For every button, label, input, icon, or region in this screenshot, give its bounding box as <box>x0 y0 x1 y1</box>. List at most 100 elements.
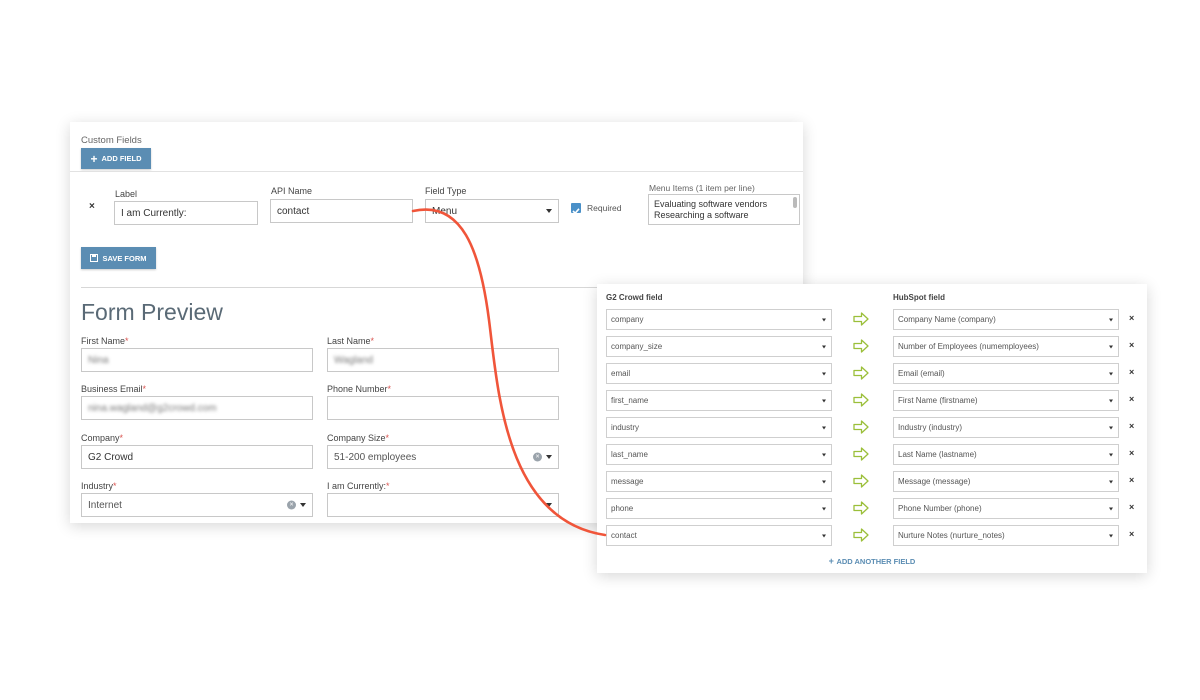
hubspot-field-select[interactable]: Company Name (company) <box>893 309 1119 330</box>
last-name-value: Wagland <box>334 354 374 366</box>
mapping-row: last_name Last Name (lastname) × <box>597 444 1147 466</box>
company-value: G2 Crowd <box>88 451 134 463</box>
required-checkbox[interactable] <box>571 203 581 215</box>
arrow-right-icon <box>853 393 869 407</box>
mapping-row: first_name First Name (firstname) × <box>597 390 1147 412</box>
save-form-label: SAVE FORM <box>102 253 147 263</box>
remove-mapping-button[interactable]: × <box>1129 340 1134 350</box>
hubspot-field-select[interactable]: First Name (firstname) <box>893 390 1119 411</box>
add-field-button[interactable]: + ADD FIELD <box>81 148 151 169</box>
chevron-down-icon <box>1109 372 1113 375</box>
api-name-value: contact <box>277 205 310 217</box>
company-size-select[interactable]: 51-200 employees × <box>327 445 559 469</box>
label-input[interactable]: I am Currently: <box>114 201 258 225</box>
last-name-label-text: Last Name <box>327 336 371 346</box>
company-input[interactable]: G2 Crowd <box>81 445 313 469</box>
field-type-select[interactable]: Menu <box>425 199 559 223</box>
g2-field-select[interactable]: message <box>606 471 832 492</box>
i-am-currently-label-text: I am Currently: <box>327 481 387 491</box>
g2-field-value: contact <box>611 531 637 540</box>
hubspot-field-select[interactable]: Phone Number (phone) <box>893 498 1119 519</box>
g2-field-select[interactable]: industry <box>606 417 832 438</box>
menu-item-line: Researching a software <box>654 210 749 220</box>
clear-icon[interactable]: × <box>287 500 296 510</box>
business-email-input[interactable]: nina.wagland@g2crowd.com <box>81 396 313 420</box>
g2-field-select[interactable]: last_name <box>606 444 832 465</box>
remove-field-button[interactable]: × <box>89 201 95 212</box>
chevron-down-icon <box>1109 318 1113 321</box>
g2-field-select[interactable]: first_name <box>606 390 832 411</box>
remove-mapping-button[interactable]: × <box>1129 421 1134 431</box>
hubspot-field-select[interactable]: Last Name (lastname) <box>893 444 1119 465</box>
chevron-down-icon <box>546 503 552 507</box>
hubspot-field-select[interactable]: Nurture Notes (nurture_notes) <box>893 525 1119 546</box>
g2-field-value: first_name <box>611 396 649 405</box>
g2-field-value: phone <box>611 504 634 513</box>
plus-icon: + <box>90 151 98 166</box>
first-name-input[interactable]: Nina <box>81 348 313 372</box>
chevron-down-icon <box>822 534 826 537</box>
chevron-down-icon <box>822 453 826 456</box>
hubspot-field-header: HubSpot field <box>893 293 945 302</box>
hubspot-field-value: Last Name (lastname) <box>898 450 977 459</box>
remove-mapping-button[interactable]: × <box>1129 367 1134 377</box>
remove-mapping-button[interactable]: × <box>1129 394 1134 404</box>
remove-mapping-button[interactable]: × <box>1129 448 1134 458</box>
company-size-value: 51-200 employees <box>334 451 417 463</box>
scrollbar[interactable] <box>793 197 797 208</box>
arrow-right-icon <box>853 312 869 326</box>
phone-number-input[interactable] <box>327 396 559 420</box>
industry-select[interactable]: Internet × <box>81 493 313 517</box>
add-another-field-link[interactable]: + ADD ANOTHER FIELD <box>597 556 1147 566</box>
api-name-header: API Name <box>271 186 313 196</box>
hubspot-field-select[interactable]: Email (email) <box>893 363 1119 384</box>
remove-mapping-button[interactable]: × <box>1129 475 1134 485</box>
g2-field-select[interactable]: company <box>606 309 832 330</box>
mapping-row: email Email (email) × <box>597 363 1147 385</box>
company-label: Company* <box>81 433 123 443</box>
add-field-label: ADD FIELD <box>101 154 142 163</box>
remove-mapping-button[interactable]: × <box>1129 502 1134 512</box>
chevron-down-icon <box>1109 345 1113 348</box>
required-label: Required <box>587 203 622 213</box>
chevron-down-icon <box>822 345 826 348</box>
save-form-button[interactable]: SAVE FORM <box>81 247 156 269</box>
field-mapping-panel: G2 Crowd field HubSpot field company Comp… <box>597 284 1147 573</box>
hubspot-field-select[interactable]: Number of Employees (numemployees) <box>893 336 1119 357</box>
remove-mapping-button[interactable]: × <box>1129 529 1134 539</box>
g2-field-select[interactable]: contact <box>606 525 832 546</box>
chevron-down-icon <box>1109 480 1113 483</box>
i-am-currently-select[interactable] <box>327 493 559 517</box>
mapping-row: message Message (message) × <box>597 471 1147 493</box>
menu-items-textarea[interactable]: Evaluating software vendors Researching … <box>648 194 800 225</box>
chevron-down-icon <box>1109 399 1113 402</box>
last-name-input[interactable]: Wagland <box>327 348 559 372</box>
clear-icon[interactable]: × <box>533 452 542 462</box>
g2-field-header: G2 Crowd field <box>606 293 663 302</box>
check-icon <box>572 208 580 215</box>
api-name-input[interactable]: contact <box>270 199 413 223</box>
hubspot-field-value: First Name (firstname) <box>898 396 978 405</box>
label-header: Label <box>115 189 138 199</box>
arrow-right-icon <box>853 339 869 353</box>
arrow-right-icon <box>853 420 869 434</box>
industry-label-text: Industry <box>81 481 114 491</box>
arrow-right-icon <box>853 501 869 515</box>
hubspot-field-select[interactable]: Message (message) <box>893 471 1119 492</box>
chevron-down-icon <box>822 507 826 510</box>
arrow-right-icon <box>853 366 869 380</box>
g2-field-select[interactable]: email <box>606 363 832 384</box>
remove-mapping-button[interactable]: × <box>1129 313 1134 323</box>
chevron-down-icon <box>546 209 552 213</box>
business-email-label: Business Email* <box>81 384 146 394</box>
g2-field-select[interactable]: company_size <box>606 336 832 357</box>
chevron-down-icon <box>1109 507 1113 510</box>
phone-number-label-text: Phone Number <box>327 384 388 394</box>
hubspot-field-select[interactable]: Industry (industry) <box>893 417 1119 438</box>
chevron-down-icon <box>1109 534 1113 537</box>
company-label-text: Company <box>81 433 120 443</box>
first-name-label: First Name* <box>81 336 129 346</box>
field-type-value: Menu <box>432 205 458 217</box>
g2-field-select[interactable]: phone <box>606 498 832 519</box>
chevron-down-icon <box>822 372 826 375</box>
